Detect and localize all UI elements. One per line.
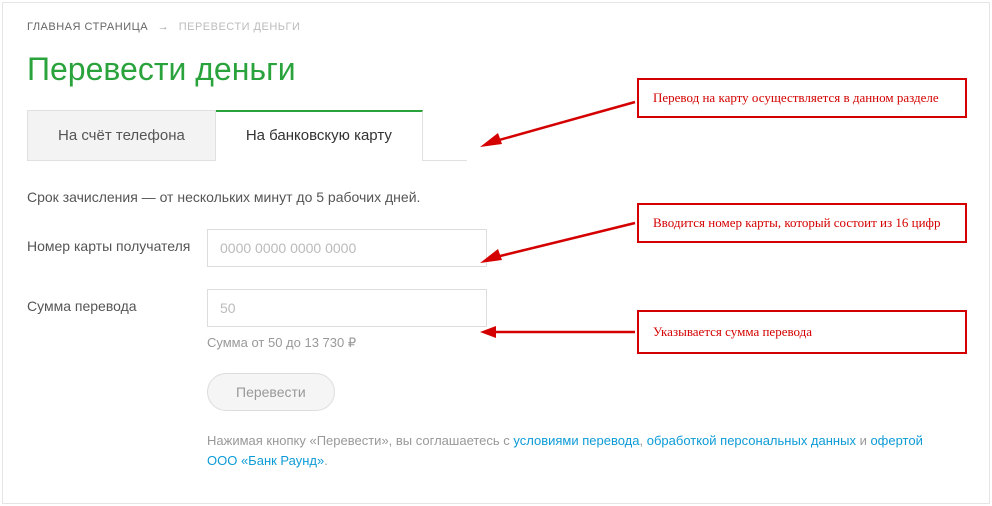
tabs: На счёт телефона На банковскую карту xyxy=(27,110,467,161)
amount-hint: Сумма от 50 до 13 730 ₽ xyxy=(207,335,487,351)
amount-label: Сумма перевода xyxy=(27,289,207,315)
callout-card: Вводится номер карты, который состоит из… xyxy=(637,203,967,243)
tab-card[interactable]: На банковскую карту xyxy=(216,110,423,160)
breadcrumb-home[interactable]: ГЛАВНАЯ СТРАНИЦА xyxy=(27,21,148,33)
legal-text: Нажимая кнопку «Перевести», вы соглашает… xyxy=(207,431,947,470)
amount-input[interactable] xyxy=(207,289,487,327)
breadcrumb-current: ПЕРЕВЕСТИ ДЕНЬГИ xyxy=(179,21,301,33)
callout-amount: Указывается сумма перевода xyxy=(637,310,967,354)
card-input[interactable] xyxy=(207,229,487,267)
legal-prefix: Нажимая кнопку «Перевести», вы соглашает… xyxy=(207,433,513,448)
legal-link-terms[interactable]: условиями перевода xyxy=(513,433,639,448)
tab-phone[interactable]: На счёт телефона xyxy=(27,110,216,160)
breadcrumb-separator: → xyxy=(158,21,170,33)
callout-tab: Перевод на карту осуществляется в данном… xyxy=(637,78,967,118)
legal-suffix: . xyxy=(324,453,328,468)
submit-button[interactable]: Перевести xyxy=(207,373,335,411)
legal-sep1: , xyxy=(640,433,647,448)
card-label: Номер карты получателя xyxy=(27,229,207,255)
legal-link-privacy[interactable]: обработкой персональных данных xyxy=(647,433,856,448)
legal-sep2: и xyxy=(856,433,871,448)
breadcrumb: ГЛАВНАЯ СТРАНИЦА → ПЕРЕВЕСТИ ДЕНЬГИ xyxy=(27,21,965,33)
